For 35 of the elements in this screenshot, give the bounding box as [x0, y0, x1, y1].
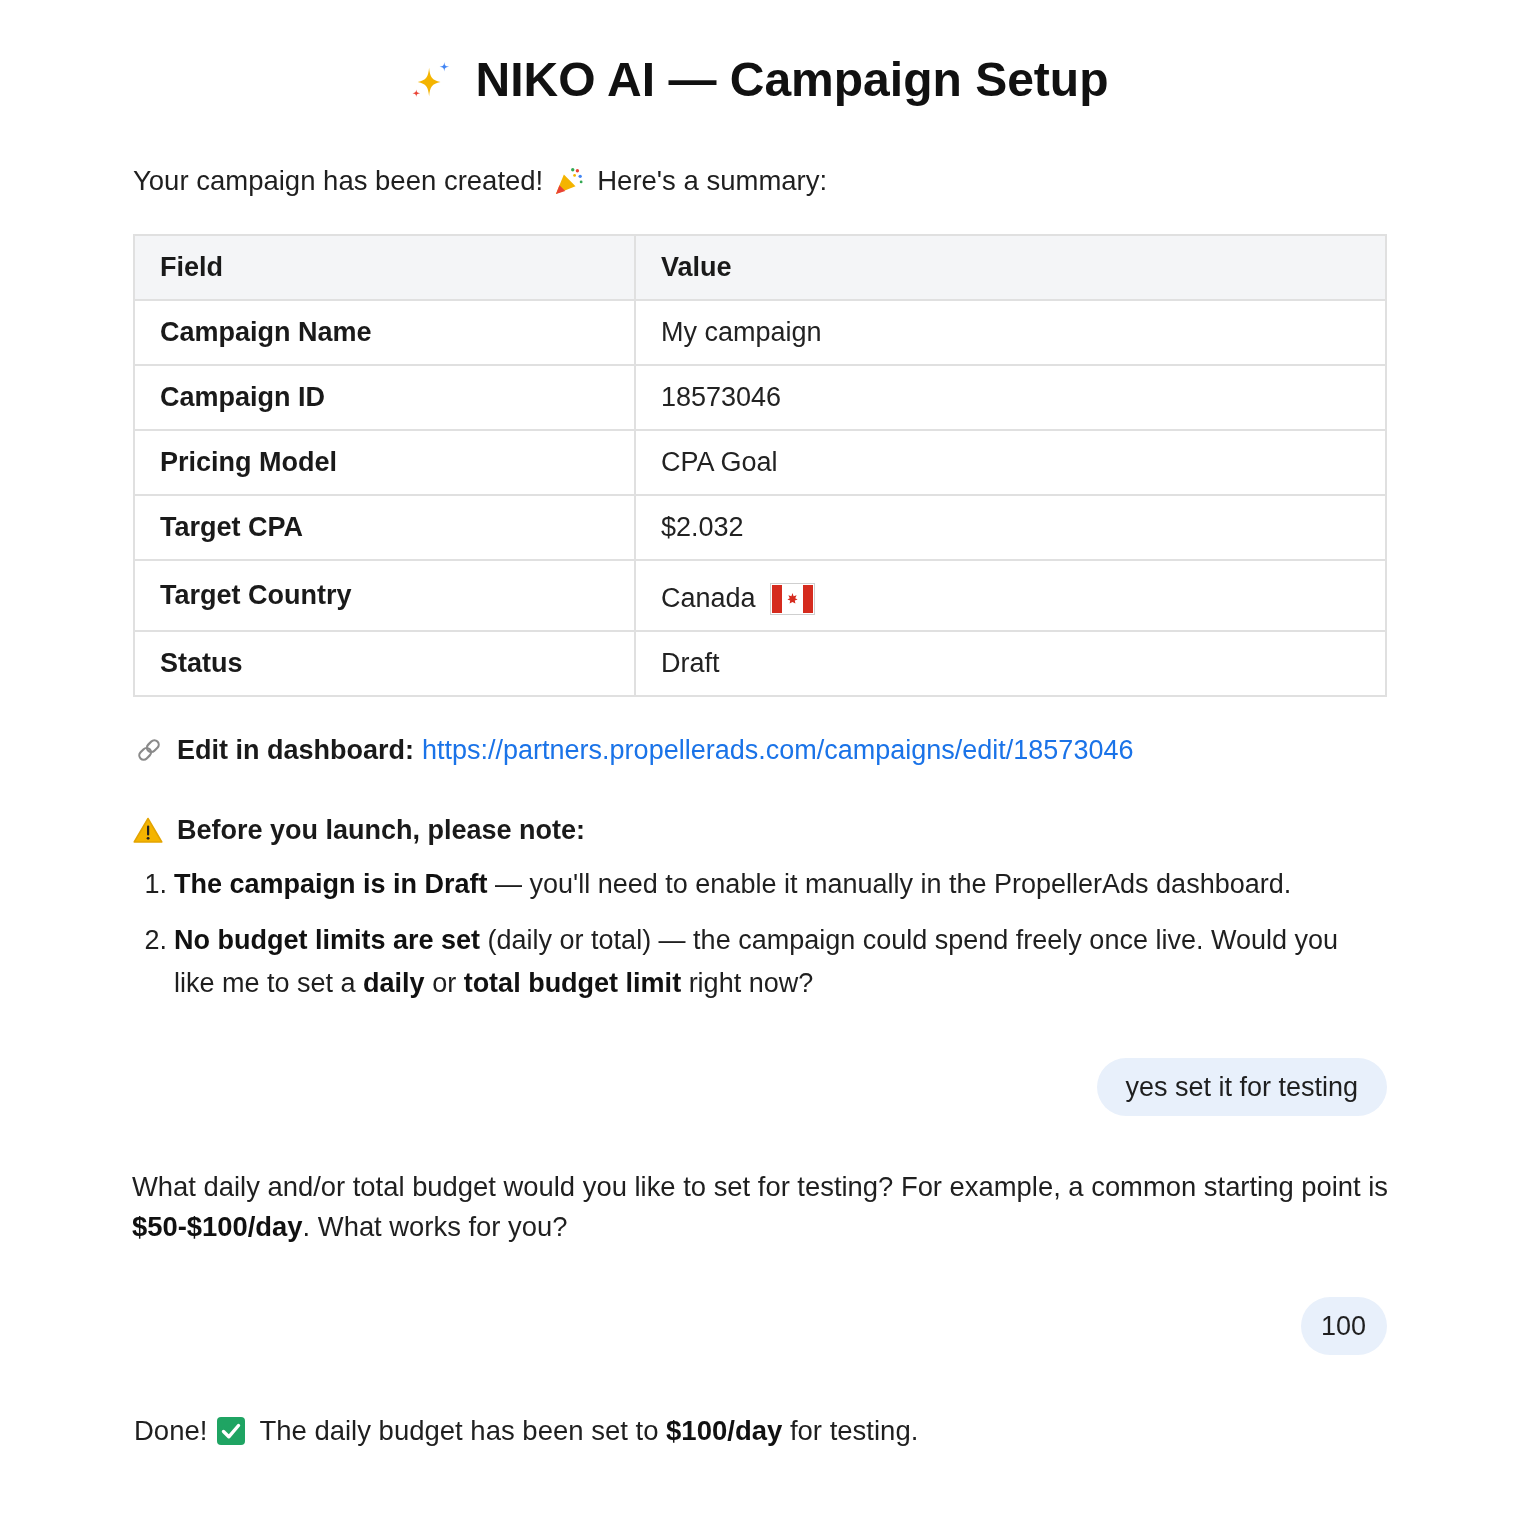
message-text: Here's a summary:	[597, 164, 828, 198]
list-number: 2.	[143, 924, 167, 957]
table-cell: Campaign ID	[134, 365, 635, 430]
message-text: What daily and/or total budget would you like to set for testing? For example, a common starting point is $50-$100/day. What works for you?	[132, 1170, 1390, 1244]
flag-icon	[769, 582, 815, 615]
table-cell: Campaign Name	[134, 300, 635, 365]
table-cell: Status	[134, 631, 635, 696]
check-mark-icon	[217, 1417, 246, 1445]
table-cell: $2.032	[635, 495, 1386, 560]
party-popper-icon	[555, 167, 584, 195]
page-title: NIKO AI — Campaign Setup	[475, 52, 1109, 108]
notice-heading: Before you launch, please note:	[177, 814, 586, 847]
sparkle-icon	[411, 61, 450, 99]
message-text: Your campaign has been created!	[133, 164, 544, 198]
table-cell: My campaign	[635, 300, 1386, 365]
list-number: 1.	[143, 868, 167, 901]
dashboard-link[interactable]: https://partners.propellerads.com/campaigns/edit/18573046	[422, 730, 1134, 770]
message-text: Done!	[134, 1414, 208, 1448]
user-message: yes set it for testing	[1097, 1058, 1387, 1116]
column-header: Field	[134, 235, 635, 300]
link-icon	[136, 737, 162, 763]
message-text: The daily budget has been set to $100/day for testing.	[259, 1414, 919, 1448]
user-message: 100	[1300, 1297, 1387, 1355]
table-cell: CPA Goal	[635, 430, 1386, 495]
table-cell: Target CPA	[134, 495, 635, 560]
country-name: Canada	[661, 583, 756, 614]
table-cell: Target Country	[134, 560, 635, 631]
table-cell: Draft	[635, 631, 1386, 696]
column-header: Value	[635, 235, 1386, 300]
link-label: Edit in dashboard:	[177, 734, 414, 767]
list-item-text: The campaign is in Draft — you'll need to enable it manually in the PropellerAds dashboard.	[174, 868, 1293, 901]
table-cell: Pricing Model	[134, 430, 635, 495]
table-cell: 18573046	[635, 365, 1386, 430]
list-item-text: No budget limits are set (daily or total) — the campaign could spend freely once live. Would you like me to set a daily or total budget limit right now?	[174, 924, 1339, 1000]
warning-icon	[133, 817, 163, 843]
